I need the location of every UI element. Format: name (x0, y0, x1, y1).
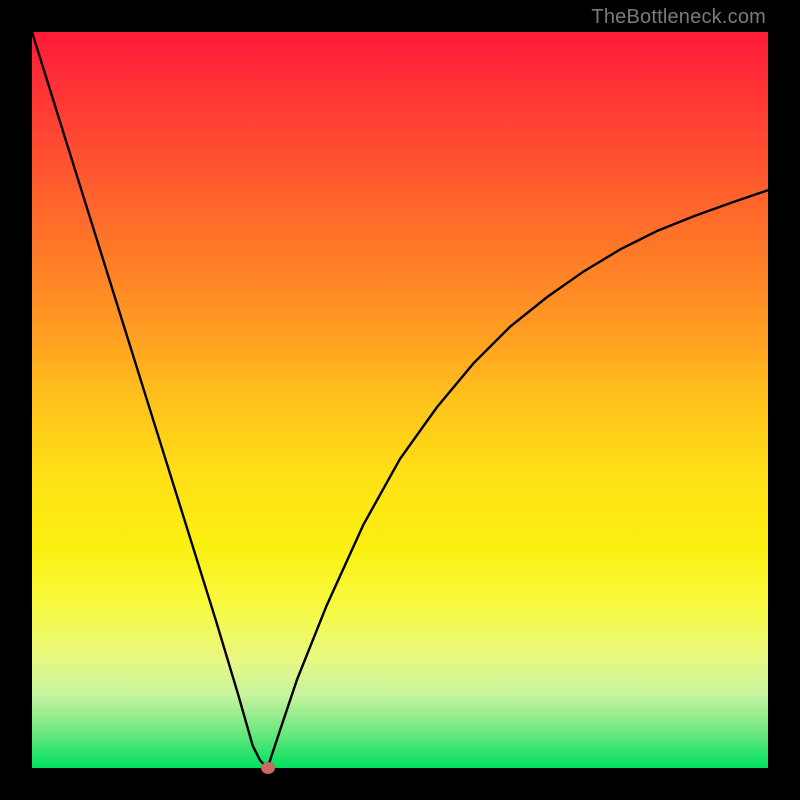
watermark-text: TheBottleneck.com (591, 6, 766, 29)
bottleneck-marker (261, 762, 275, 774)
curve-right-branch (268, 190, 769, 768)
curve-left-branch (32, 32, 268, 768)
plot-area (32, 32, 768, 768)
chart-frame: TheBottleneck.com (0, 0, 800, 800)
curve-layer (32, 32, 768, 768)
